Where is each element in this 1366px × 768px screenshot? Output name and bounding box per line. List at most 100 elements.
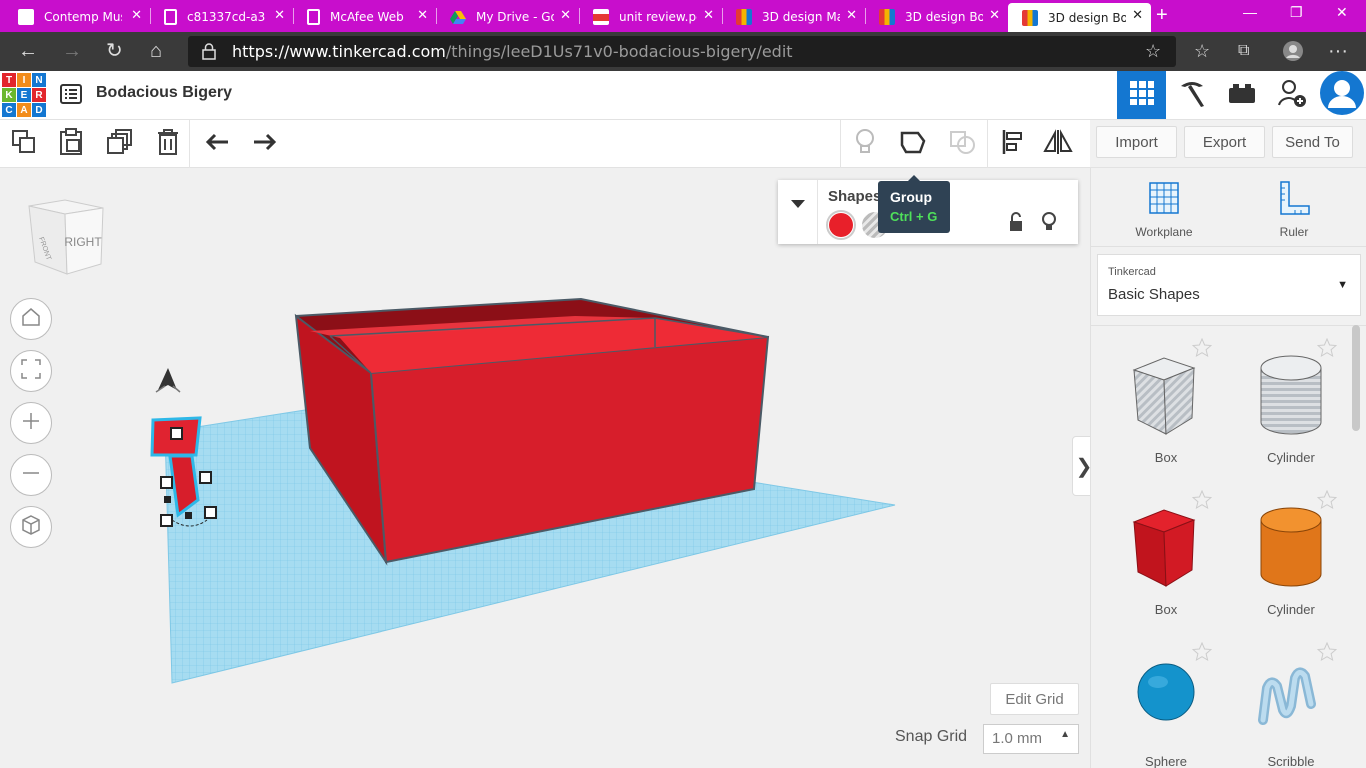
- favorite-star-icon[interactable]: ☆: [1145, 41, 1161, 61]
- tab-title: My Drive - Goo: [476, 9, 554, 24]
- project-title[interactable]: Bodacious Bigery: [96, 84, 232, 102]
- shapes-scrollbar[interactable]: [1352, 325, 1360, 431]
- shape-box-hole[interactable]: Box: [1106, 334, 1226, 479]
- forward-arrow-icon[interactable]: →: [62, 41, 82, 61]
- profile-icon[interactable]: [1282, 40, 1304, 66]
- url-text: https://www.tinkercad.com/things/leeD1Us…: [232, 42, 793, 61]
- solid-color-button[interactable]: [826, 210, 856, 240]
- browser-tab-active[interactable]: 3D design Boo ✕: [1008, 3, 1151, 32]
- show-all-button[interactable]: [849, 128, 881, 160]
- user-avatar-button[interactable]: [1317, 70, 1366, 119]
- bricks-view-button[interactable]: [1217, 71, 1266, 119]
- 3d-view-button[interactable]: [1117, 71, 1166, 119]
- blocks-view-button[interactable]: [1167, 71, 1216, 119]
- copy-button[interactable]: [8, 128, 40, 160]
- view-cube[interactable]: RIGHT FRONT: [25, 198, 105, 283]
- shape-library-select[interactable]: Tinkercad Basic Shapes ▼: [1097, 254, 1361, 316]
- close-window-button[interactable]: ✕: [1336, 4, 1348, 21]
- tab-close-icon[interactable]: ✕: [560, 8, 571, 23]
- browser-tab[interactable]: McAfee Web C ✕: [293, 3, 436, 30]
- box-icon: [1126, 504, 1206, 599]
- tab-close-icon[interactable]: ✕: [1132, 8, 1143, 23]
- shape-box[interactable]: Box: [1106, 486, 1226, 631]
- new-tab-button[interactable]: +: [1156, 4, 1168, 27]
- library-source: Tinkercad: [1108, 266, 1156, 278]
- zoom-out-button[interactable]: [10, 454, 52, 496]
- tab-close-icon[interactable]: ✕: [274, 8, 285, 23]
- group-button[interactable]: [897, 128, 929, 160]
- tab-close-icon[interactable]: ✕: [846, 8, 857, 23]
- invite-user-button[interactable]: [1267, 71, 1316, 119]
- perspective-button[interactable]: [10, 506, 52, 548]
- copy-icon: [11, 129, 37, 160]
- browser-tab[interactable]: 3D design Mal ✕: [722, 3, 865, 30]
- group-icon: [899, 129, 927, 160]
- zoom-in-button[interactable]: [10, 402, 52, 444]
- tab-close-icon[interactable]: ✕: [417, 8, 428, 23]
- tab-title: McAfee Web C: [330, 9, 408, 24]
- undo-icon: [205, 132, 231, 157]
- minimize-button[interactable]: —: [1243, 4, 1257, 20]
- address-bar[interactable]: https://www.tinkercad.com/things/leeD1Us…: [188, 36, 1176, 67]
- sphere-icon: [1136, 662, 1196, 727]
- ungroup-button[interactable]: [946, 128, 978, 160]
- shape-label: Sphere: [1145, 754, 1187, 768]
- tinkercad-favicon-icon: [1022, 9, 1038, 26]
- favorites-list-icon[interactable]: ☆: [1194, 41, 1210, 61]
- unlock-icon[interactable]: [1008, 212, 1024, 237]
- browser-tab[interactable]: c81337cd-a3b ✕: [150, 3, 293, 30]
- shape-label: Box: [1154, 602, 1178, 617]
- collapse-panel-button[interactable]: ❯: [1072, 436, 1090, 496]
- tab-close-icon[interactable]: ✕: [131, 8, 142, 23]
- home-icon: [20, 306, 42, 333]
- collections-icon[interactable]: ⧉: [1238, 41, 1249, 61]
- 3d-workspace[interactable]: RIGHT FRONT Shapes Group Ctrl + G ❯: [0, 168, 1090, 768]
- paste-button[interactable]: [55, 127, 87, 160]
- browser-tab[interactable]: 3D design Boo ✕: [865, 3, 1008, 30]
- duplicate-button[interactable]: [104, 128, 136, 160]
- tooltip-shortcut: Ctrl + G: [890, 209, 938, 224]
- undo-button[interactable]: [202, 128, 234, 160]
- refresh-icon[interactable]: ↻: [106, 41, 123, 61]
- align-button[interactable]: [996, 128, 1028, 160]
- home-icon[interactable]: ⌂: [150, 41, 162, 61]
- shape-scribble[interactable]: Scribble: [1231, 638, 1351, 768]
- ruler-tool[interactable]: Ruler: [1254, 180, 1334, 239]
- lightbulb-icon[interactable]: [1041, 211, 1057, 238]
- browser-tab[interactable]: Contemp Mus ✕: [4, 3, 150, 30]
- edit-toolbar: [0, 120, 1090, 168]
- triangle-down-icon: [790, 196, 806, 214]
- shapes-panel: Workplane Ruler Tinkercad Basic Shapes ▼…: [1090, 168, 1366, 768]
- delete-button[interactable]: [152, 128, 184, 160]
- tinkercad-logo[interactable]: T I N K E R C A D: [2, 73, 46, 117]
- edit-grid-button[interactable]: Edit Grid: [990, 683, 1079, 715]
- tab-close-icon[interactable]: ✕: [989, 8, 1000, 23]
- snap-grid-select[interactable]: 1.0 mm ▲: [983, 724, 1079, 754]
- home-view-button[interactable]: [10, 298, 52, 340]
- shape-sphere[interactable]: Sphere: [1106, 638, 1226, 768]
- workplane-tool[interactable]: Workplane: [1124, 180, 1204, 239]
- send-to-button[interactable]: Send To: [1272, 126, 1353, 158]
- fit-view-button[interactable]: [10, 350, 52, 392]
- import-button[interactable]: Import: [1096, 126, 1177, 158]
- shape-label: Cylinder: [1267, 602, 1315, 617]
- pickaxe-icon: [1177, 78, 1207, 113]
- more-menu-icon[interactable]: ···: [1328, 41, 1348, 61]
- design-menu-icon[interactable]: [60, 84, 82, 109]
- mirror-icon: [1043, 128, 1073, 160]
- tinkercad-favicon-icon: [736, 8, 752, 25]
- browser-tab[interactable]: unit review.pdf ✕: [579, 3, 722, 30]
- shape-cylinder-hole[interactable]: Cylinder: [1231, 334, 1351, 479]
- 3d-scene[interactable]: [0, 168, 1090, 768]
- browser-tab[interactable]: My Drive - Goo ✕: [436, 3, 579, 30]
- back-arrow-icon[interactable]: ←: [18, 41, 38, 61]
- restore-button[interactable]: ❐: [1290, 4, 1303, 21]
- mirror-button[interactable]: [1042, 128, 1074, 160]
- redo-button[interactable]: [248, 128, 280, 160]
- export-button[interactable]: Export: [1184, 126, 1265, 158]
- cube-outline-icon: [20, 514, 42, 541]
- tab-close-icon[interactable]: ✕: [703, 8, 714, 23]
- collapse-inspector-button[interactable]: [778, 180, 818, 244]
- tab-title: Contemp Mus: [44, 9, 122, 24]
- shape-cylinder[interactable]: Cylinder: [1231, 486, 1351, 631]
